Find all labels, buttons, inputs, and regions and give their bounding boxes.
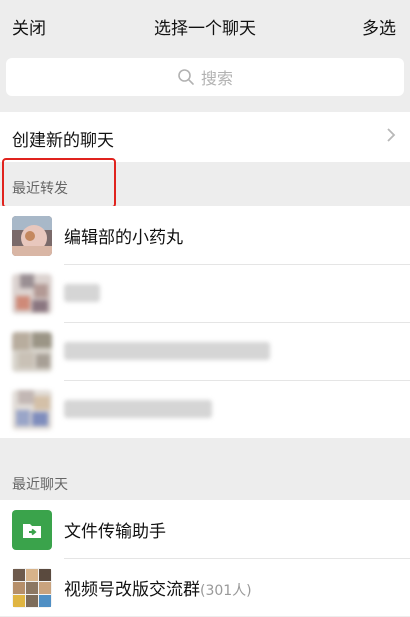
recent-forward-list: 编辑部的小药丸 (0, 206, 410, 438)
list-item[interactable] (0, 322, 410, 380)
member-count: (301人) (200, 583, 252, 599)
file-helper-icon (12, 510, 52, 550)
avatar (12, 274, 52, 314)
search-input[interactable]: 搜索 (6, 58, 404, 96)
chevron-right-icon (387, 128, 396, 142)
list-item[interactable] (0, 380, 410, 438)
create-new-chat-label: 创建新的聊天 (12, 131, 114, 151)
recent-chats-header: 最近聊天 (0, 462, 410, 502)
list-item[interactable]: 视频号改版交流群(301人) (0, 558, 410, 616)
avatar (12, 332, 52, 372)
avatar (12, 390, 52, 430)
top-bar: 关闭 选择一个聊天 多选 (0, 0, 410, 52)
list-item[interactable]: 文件传输助手 (0, 500, 410, 558)
create-new-chat[interactable]: 创建新的聊天 (0, 112, 410, 162)
search-icon (178, 69, 194, 85)
recent-chats-title: 最近聊天 (12, 477, 68, 493)
highlight-box (2, 158, 116, 208)
chat-name: 编辑部的小药丸 (64, 228, 183, 248)
list-item[interactable] (0, 264, 410, 322)
search-placeholder: 搜索 (200, 69, 233, 88)
chat-name: 视频号改版交流群(301人) (64, 575, 252, 600)
chat-name (64, 284, 100, 302)
search-area: 搜索 (0, 52, 410, 106)
multi-select-button[interactable]: 多选 (362, 14, 396, 39)
recent-chats-list: 文件传输助手 视频号改版交流群(301人) (0, 500, 410, 616)
avatar (12, 568, 52, 608)
page-title: 选择一个聊天 (154, 19, 256, 39)
chat-name (64, 342, 270, 360)
chat-name: 文件传输助手 (64, 522, 166, 542)
avatar (12, 216, 52, 256)
chat-name (64, 400, 212, 418)
chat-name-text: 视频号改版交流群 (64, 580, 200, 600)
list-item[interactable]: 编辑部的小药丸 (0, 206, 410, 264)
